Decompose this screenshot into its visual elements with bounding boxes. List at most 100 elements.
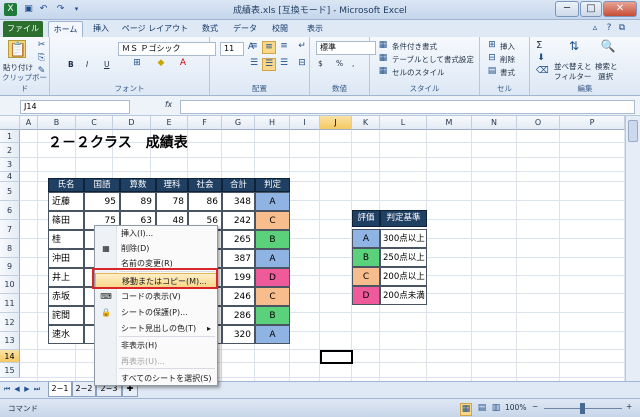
table-cell[interactable]: 95 [84,192,120,211]
table-cell[interactable]: 詫間 [48,306,84,325]
maximize-button[interactable]: □ [580,1,602,17]
cell-styles-button[interactable]: セルのスタイル [392,67,445,78]
row-header-7[interactable]: 7 [0,220,20,239]
align-top-icon[interactable]: ≡ [248,41,260,52]
table-cell[interactable]: 赤坂 [48,287,84,306]
row-header-14[interactable]: 14 [0,350,20,363]
table-cell[interactable]: 桂 [48,230,84,249]
table-cell[interactable]: 387 [222,249,255,268]
tab-review[interactable]: 校閲 [265,21,295,37]
active-cell-j14[interactable] [320,350,353,364]
number-format-select[interactable]: 標準 [316,41,376,55]
last-sheet-icon[interactable]: ⏭ [32,384,42,395]
column-header-b[interactable]: B [38,116,76,130]
row-header-13[interactable]: 13 [0,332,20,350]
align-right-icon[interactable]: ☰ [278,58,290,69]
tab-data[interactable]: データ [230,21,260,37]
menu-item-5[interactable]: ⌨ コードの表示(V) [95,289,217,304]
criteria-grade-cell[interactable]: D [352,286,380,305]
row-header-15[interactable]: 15 [0,363,20,378]
paste-icon[interactable]: 📋 [8,40,26,58]
next-sheet-icon[interactable]: ▶ [22,384,32,395]
criteria-grade-cell[interactable]: A [352,229,380,248]
format-cells-button[interactable]: 書式 [500,67,515,78]
tab-formulas[interactable]: 数式 [195,21,225,37]
table-cell[interactable]: 速水 [48,325,84,344]
grade-cell[interactable]: C [255,211,290,230]
table-cell[interactable]: 242 [222,211,255,230]
table-cell[interactable]: 320 [222,325,255,344]
table-cell[interactable]: 86 [188,192,222,211]
normal-view-icon[interactable]: ▦ [460,403,472,416]
column-header-e[interactable]: E [151,116,188,130]
vertical-scrollbar[interactable] [625,116,640,381]
minimize-button[interactable]: ─ [555,1,579,17]
criteria-grade-cell[interactable]: B [352,248,380,267]
tab-page-layout[interactable]: ページ レイアウト [120,21,190,37]
grade-cell[interactable]: C [255,287,290,306]
close-button[interactable]: ✕ [603,1,637,17]
column-header-a[interactable]: A [20,116,38,130]
prev-sheet-icon[interactable]: ◀ [12,384,22,395]
row-header-12[interactable]: 12 [0,313,20,332]
font-name-select[interactable]: ＭＳ Ｐゴシック [118,42,216,56]
criteria-rule-cell[interactable]: 200点未満 [380,286,427,305]
zoom-out-button[interactable]: − [532,402,538,411]
tab-insert[interactable]: 挿入 [86,21,116,37]
criteria-rule-cell[interactable]: 250点以上 [380,248,427,267]
sheet-tab-2[interactable]: 2−2 [72,382,96,397]
row-header-10[interactable]: 10 [0,276,20,294]
column-header-l[interactable]: L [380,116,427,130]
underline-button[interactable]: U [104,60,110,69]
menu-item-7[interactable]: シート見出しの色(T) ▸ [95,321,217,336]
grade-cell[interactable]: A [255,325,290,344]
row-header-5[interactable]: 5 [0,182,20,201]
page-break-view-icon[interactable]: ▥ [490,403,502,414]
column-header-k[interactable]: K [352,116,380,130]
merge-center-icon[interactable]: ⊟ [296,58,308,69]
column-header-f[interactable]: F [188,116,222,130]
currency-button[interactable]: $ [318,59,323,68]
grade-cell[interactable]: A [255,192,290,211]
menu-item-2[interactable]: ▦ 削除(D) [95,241,217,256]
menu-item-10[interactable]: すべてのシートを選択(S) [95,371,217,386]
column-header-g[interactable]: G [222,116,255,130]
sort-filter-label-2[interactable]: フィルター [554,71,591,82]
clear-icon[interactable]: ⌫ [536,66,549,77]
find-select-label-2[interactable]: 選択 [598,71,613,82]
window-restore-icon[interactable]: ⧉ [617,23,627,34]
table-cell[interactable]: 89 [120,192,156,211]
row-header-1[interactable]: 1 [0,130,20,143]
row-header-9[interactable]: 9 [0,258,20,276]
row-header-6[interactable]: 6 [0,201,20,220]
table-cell[interactable]: 348 [222,192,255,211]
table-cell[interactable]: 286 [222,306,255,325]
table-cell[interactable]: 篠田 [48,211,84,230]
tab-file[interactable]: ファイル [3,21,43,37]
italic-button[interactable]: I [86,60,88,69]
wrap-text-icon[interactable]: ↵ [296,41,308,52]
comma-button[interactable]: , [352,59,354,68]
criteria-rule-cell[interactable]: 200点以上 [380,267,427,286]
column-header-c[interactable]: C [76,116,113,130]
tab-view[interactable]: 表示 [300,21,330,37]
table-cell[interactable]: 246 [222,287,255,306]
format-as-table-button[interactable]: テーブルとして書式設定 [392,54,474,65]
column-header-i[interactable]: I [290,116,320,130]
table-cell[interactable]: 265 [222,230,255,249]
autosum-button[interactable]: Σ [536,40,542,51]
ribbon-minimize-icon[interactable]: ▵ [590,23,600,34]
tab-home[interactable]: ホーム [48,21,83,37]
formula-input[interactable] [180,100,635,114]
row-header-3[interactable]: 3 [0,158,20,172]
sheet-tab-1[interactable]: 2−1 [48,382,72,397]
criteria-rule-cell[interactable]: 300点以上 [380,229,427,248]
column-header-m[interactable]: M [427,116,472,130]
delete-cells-button[interactable]: 削除 [500,54,515,65]
fill-icon[interactable]: ⬇ [536,53,546,64]
cut-icon[interactable]: ✂ [36,40,47,51]
select-all-corner[interactable] [0,116,20,130]
align-middle-icon[interactable]: ≡ [262,41,276,54]
row-header-4[interactable]: 4 [0,172,20,182]
column-header-j[interactable]: J [320,116,352,130]
